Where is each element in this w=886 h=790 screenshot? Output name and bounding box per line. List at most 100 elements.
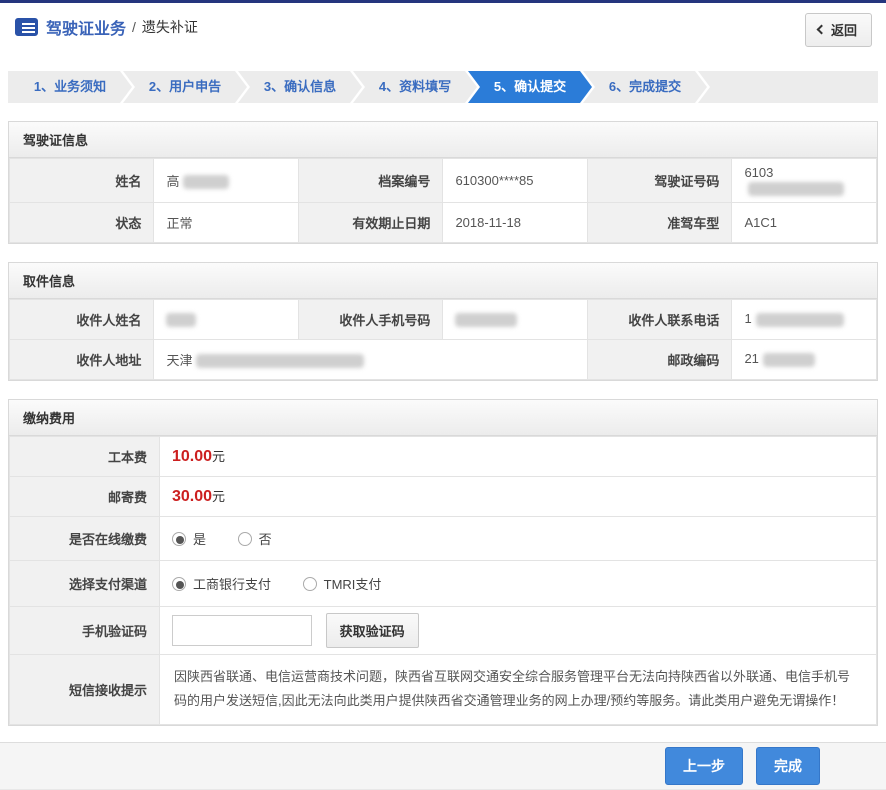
production-fee-unit: 元 [212,449,225,464]
recipient-address-value-text: 天津 [166,353,192,368]
file-number-value-text: 610300****85 [455,173,533,188]
step-6-complete-submit[interactable]: 6、完成提交 [583,71,707,103]
table-row: 短信接收提示 因陕西省联通、电信运营商技术问题，陕西省互联网交通安全综合服务管理… [10,654,877,724]
license-info-table: 姓名 高 档案编号 610300****85 驾驶证号码 6103 状态 正常 … [9,158,877,243]
sms-code-input[interactable] [172,615,312,646]
payment-section: 缴纳费用 工本费 10.00元 邮寄费 30.00元 是否在线缴费 是 否 选择… [8,399,878,726]
step-2-user-declaration[interactable]: 2、用户申告 [123,71,247,103]
redacted-blur [196,354,364,368]
name-label: 姓名 [10,159,154,203]
channel-icbc-label: 工商银行支付 [193,577,271,592]
status-value-text: 正常 [166,216,192,231]
channel-option-tmri[interactable]: TMRI支付 [303,577,382,592]
payment-title: 缴纳费用 [9,400,877,436]
production-fee-label: 工本费 [10,436,160,476]
license-info-title: 驾驶证信息 [9,122,877,158]
recipient-name-value [154,299,299,339]
recipient-address-label: 收件人地址 [10,339,154,379]
radio-icbc-icon[interactable] [172,577,186,591]
table-row: 邮寄费 30.00元 [10,476,877,516]
status-value: 正常 [154,202,299,242]
redacted-blur [756,313,844,327]
production-fee-amount: 10.00 [172,448,212,465]
radio-tmri-icon[interactable] [303,577,317,591]
redacted-blur [748,182,844,196]
payment-table: 工本费 10.00元 邮寄费 30.00元 是否在线缴费 是 否 选择支付渠道 … [9,436,877,725]
recipient-phone-label: 收件人联系电话 [588,299,732,339]
table-row: 是否在线缴费 是 否 [10,516,877,560]
production-fee-value: 10.00元 [160,436,877,476]
license-info-section: 驾驶证信息 姓名 高 档案编号 610300****85 驾驶证号码 6103 … [8,121,878,244]
vehicle-class-label: 准驾车型 [588,202,732,242]
breadcrumb-current: 遗失补证 [142,17,198,37]
redacted-blur [183,175,229,189]
radio-yes-icon[interactable] [172,532,186,546]
table-row: 收件人地址 天津 邮政编码 21 [10,339,877,379]
step-3-confirm-info[interactable]: 3、确认信息 [238,71,362,103]
step-1-business-notice[interactable]: 1、业务须知 [8,71,132,103]
expiry-date-value: 2018-11-18 [443,202,588,242]
postcode-label: 邮政编码 [588,339,732,379]
expiry-date-value-text: 2018-11-18 [455,215,521,230]
license-number-label: 驾驶证号码 [588,159,732,203]
table-row: 工本费 10.00元 [10,436,877,476]
pickup-info-section: 取件信息 收件人姓名 收件人手机号码 收件人联系电话 1 收件人地址 天津 邮政… [8,262,878,381]
vehicle-class-value-text: A1C1 [744,215,777,230]
postage-fee-amount: 30.00 [172,488,212,505]
sms-code-label: 手机验证码 [10,606,160,654]
file-number-value: 610300****85 [443,159,588,203]
pickup-info-title: 取件信息 [9,263,877,299]
payment-channel-options: 工商银行支付 TMRI支付 [160,560,877,606]
recipient-address-value: 天津 [154,339,588,379]
back-button-label: 返回 [831,20,857,39]
page-title: 驾驶证业务 [46,15,126,39]
recipient-mobile-value [443,299,588,339]
online-payment-option-yes[interactable]: 是 [172,532,206,547]
sms-notice-text: 因陕西省联通、电信运营商技术问题，陕西省互联网交通安全综合服务管理平台无法向持陕… [160,654,877,724]
get-sms-code-button[interactable]: 获取验证码 [326,613,419,648]
online-payment-label: 是否在线缴费 [10,516,160,560]
step-wizard: 1、业务须知 2、用户申告 3、确认信息 4、资料填写 5、确认提交 6、完成提… [8,71,878,103]
recipient-mobile-label: 收件人手机号码 [299,299,443,339]
redacted-blur [763,353,815,367]
name-value-text: 高 [166,174,179,189]
file-number-label: 档案编号 [299,159,443,203]
step-4-fill-materials[interactable]: 4、资料填写 [353,71,477,103]
table-row: 手机验证码 获取验证码 [10,606,877,654]
redacted-blur [455,313,517,327]
expiry-date-label: 有效期止日期 [299,202,443,242]
page-header: 驾驶证业务 / 遗失补证 返回 [0,3,886,51]
step-5-confirm-submit[interactable]: 5、确认提交 [468,71,592,103]
channel-option-icbc[interactable]: 工商银行支付 [172,577,271,592]
postcode-value-text: 21 [744,351,758,366]
sms-code-field-cell: 获取验证码 [160,606,877,654]
online-no-label: 否 [259,532,272,547]
table-row: 收件人姓名 收件人手机号码 收件人联系电话 1 [10,299,877,339]
channel-tmri-label: TMRI支付 [324,577,382,592]
online-yes-label: 是 [193,532,206,547]
redacted-blur [166,313,196,327]
breadcrumb-separator: / [132,19,136,35]
table-row: 状态 正常 有效期止日期 2018-11-18 准驾车型 A1C1 [10,202,877,242]
name-value: 高 [154,159,299,203]
table-row: 姓名 高 档案编号 610300****85 驾驶证号码 6103 [10,159,877,203]
postage-fee-unit: 元 [212,489,225,504]
recipient-phone-value: 1 [732,299,877,339]
license-list-icon [15,18,38,36]
radio-no-icon[interactable] [238,532,252,546]
sms-notice-label: 短信接收提示 [10,654,160,724]
online-payment-options: 是 否 [160,516,877,560]
recipient-name-label: 收件人姓名 [10,299,154,339]
back-chevron-icon [817,25,827,35]
back-button[interactable]: 返回 [805,13,872,47]
postage-fee-value: 30.00元 [160,476,877,516]
table-row: 选择支付渠道 工商银行支付 TMRI支付 [10,560,877,606]
online-payment-option-no[interactable]: 否 [238,532,272,547]
payment-channel-label: 选择支付渠道 [10,560,160,606]
postage-fee-label: 邮寄费 [10,476,160,516]
license-number-value-text: 6103 [744,165,773,180]
recipient-phone-value-text: 1 [744,311,751,326]
status-label: 状态 [10,202,154,242]
pickup-info-table: 收件人姓名 收件人手机号码 收件人联系电话 1 收件人地址 天津 邮政编码 21 [9,299,877,380]
postcode-value: 21 [732,339,877,379]
